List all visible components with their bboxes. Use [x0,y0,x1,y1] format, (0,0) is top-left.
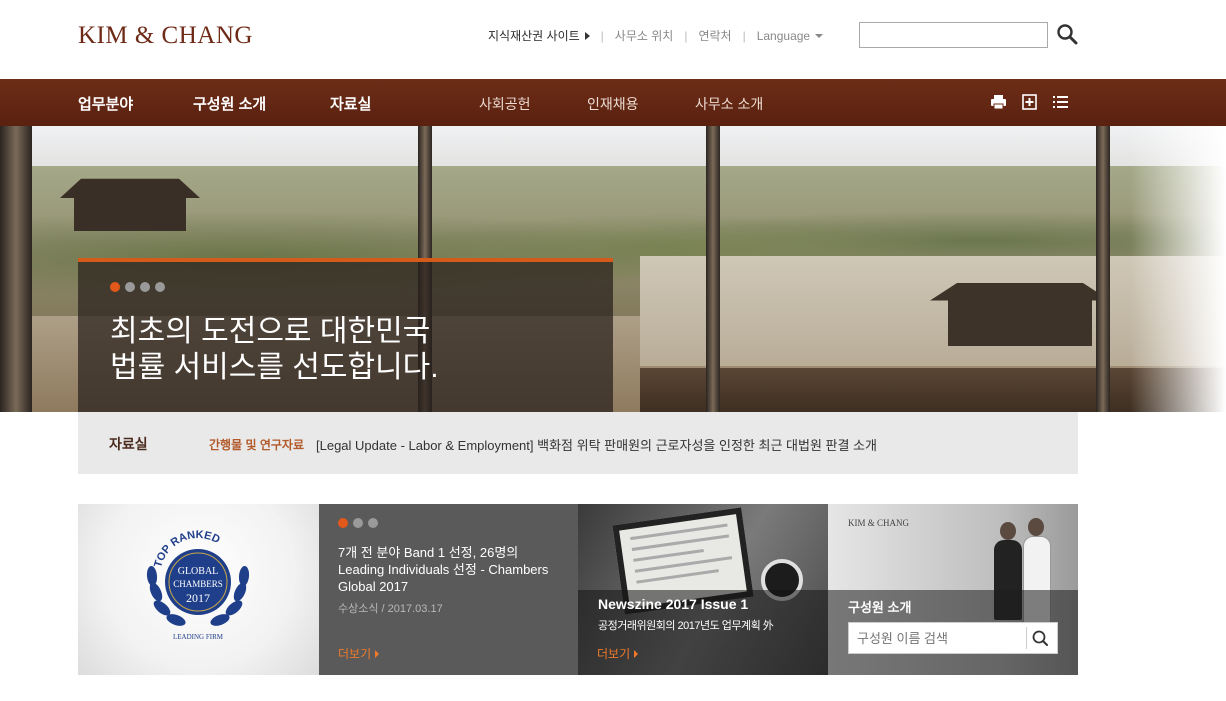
badge-bottom-text: LEADING FIRM [173,633,224,641]
hero-headline-line2: 법률 서비스를 선도합니다. [110,351,439,384]
more-label: 더보기 [338,647,372,661]
contact-link[interactable]: 연락처 [698,27,731,44]
search-icon[interactable] [1026,627,1050,649]
news-dot-3[interactable] [368,518,378,528]
people-title: 구성원 소개 [848,600,912,615]
news-ticker: 자료실 간행물 및 연구자료 [Legal Update - Labor & E… [78,412,1078,474]
newszine-more-link[interactable]: 더보기 [597,645,639,662]
search-icon[interactable] [1056,23,1078,45]
nav-professionals[interactable]: 구성원 소개 [193,93,266,114]
chevron-down-icon [815,34,824,39]
nav-resources[interactable]: 자료실 [330,93,371,114]
ticker-category: 간행물 및 연구자료 [209,438,304,452]
window-frame [706,126,720,412]
arrow-right-icon [375,650,380,658]
ip-site-link[interactable]: 지식재산권 사이트 [488,27,590,44]
newszine-subtitle: 공정거래위원회의 2017년도 업무계획 外 [598,620,774,632]
arrow-right-icon [634,650,639,658]
list-icon[interactable] [1052,94,1069,110]
nav-tools [990,94,1069,110]
divider: | [742,28,746,43]
divider: | [684,28,688,43]
main-nav: 업무분야 구성원 소개 자료실 사회공헌 인재채용 사무소 소개 [0,79,1226,126]
news-slide-dots [338,518,378,528]
palace-roof-left [60,178,200,231]
nav-careers[interactable]: 인재채용 [587,94,639,114]
newszine-title: Newszine 2017 Issue 1 [598,596,749,612]
badge-global-text: GLOBAL [178,566,219,577]
nav-social-contribution[interactable]: 사회공헌 [479,94,531,114]
card-logo: KIM & CHANG [848,518,910,528]
palace-gate-right [930,283,1110,346]
print-icon[interactable] [990,94,1007,110]
newszine-card[interactable]: Newszine 2017 Issue 1 공정거래위원회의 2017년도 업무… [578,504,828,675]
nav-about-firm[interactable]: 사무소 소개 [695,94,763,114]
news-dot-1[interactable] [338,518,348,528]
people-search-card: KIM & CHANG 구성원 소개 [828,504,1078,675]
window-frame [0,126,32,412]
nav-practice-areas[interactable]: 업무분야 [78,93,133,114]
slide-dot-3[interactable] [140,282,150,292]
utility-links: 지식재산권 사이트 | 사무소 위치 | 연락처 | Language [488,27,824,44]
hero-banner: 최초의 도전으로 대한민국 법률 서비스를 선도합니다. [0,126,1226,412]
divider: | [600,28,604,43]
ticker-article-link[interactable]: [Legal Update - Labor & Employment] 백화점 … [316,435,877,454]
language-dropdown[interactable]: Language [756,28,824,43]
award-badge-card[interactable]: TOP RANKED GLOBAL CHAMBERS 2017 LEADING … [78,504,319,675]
slide-dot-4[interactable] [155,282,165,292]
add-icon[interactable] [1021,94,1038,110]
hero-headline-line1: 최초의 도전으로 대한민국 [110,315,431,348]
ip-site-label: 지식재산권 사이트 [488,29,580,43]
hero-fade [1130,126,1226,412]
slide-dot-2[interactable] [125,282,135,292]
news-dot-2[interactable] [353,518,363,528]
more-label: 더보기 [597,647,631,661]
news-meta: 수상소식 / 2017.03.17 [338,603,443,615]
person-image [1000,522,1016,540]
hero-caption: 최초의 도전으로 대한민국 법률 서비스를 선도합니다. [78,258,613,412]
news-more-link[interactable]: 더보기 [338,645,380,662]
chambers-badge-icon: TOP RANKED GLOBAL CHAMBERS 2017 LEADING … [146,529,250,641]
person-image [1028,518,1044,536]
slide-dot-1[interactable] [110,282,120,292]
badge-year-text: 2017 [186,591,210,605]
site-logo[interactable]: KIM & CHANG [78,22,253,50]
news-card: 7개 전 분야 Band 1 선정, 26명의 Leading Individu… [319,504,578,675]
hero-headline: 최초의 도전으로 대한민국 법률 서비스를 선도합니다. [110,314,439,386]
arrow-right-icon [584,32,590,40]
language-label: Language [756,28,811,43]
badge-chambers-text: CHAMBERS [173,579,223,589]
search-input[interactable] [859,22,1048,48]
news-title[interactable]: 7개 전 분야 Band 1 선정, 26명의 Leading Individu… [338,544,563,595]
office-location-link[interactable]: 사무소 위치 [615,27,674,44]
window-frame [1096,126,1110,412]
ticker-title: 자료실 [109,436,148,452]
top-header: KIM & CHANG 지식재산권 사이트 | 사무소 위치 | 연락처 | L… [0,0,1226,79]
hero-slide-dots [110,282,165,292]
